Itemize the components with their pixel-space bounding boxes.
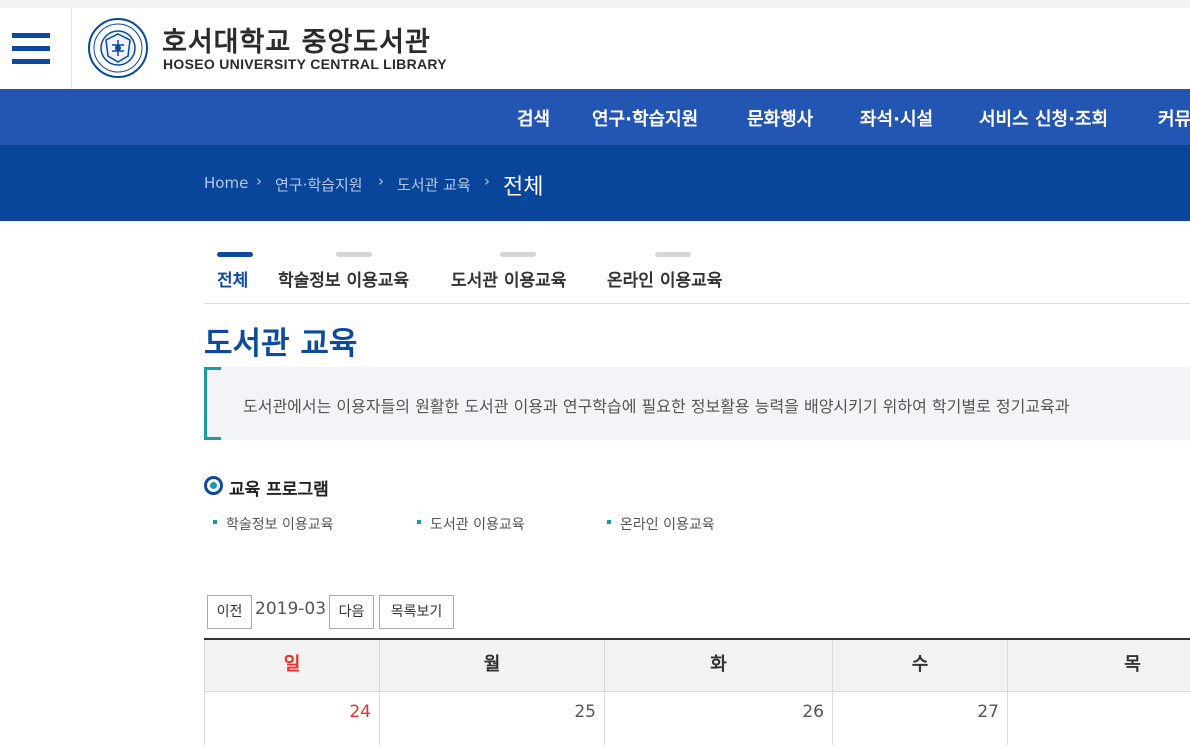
nav-cultural-events[interactable]: 문화행사 [747,105,813,131]
hamburger-menu-button[interactable] [0,8,72,89]
tab-indicator [217,252,253,257]
calendar-day-cell[interactable]: 25 [380,692,605,745]
list-view-button[interactable]: 목록보기 [379,595,454,629]
program-link-library-use[interactable]: 도서관 이용교육 [430,514,525,534]
next-month-button[interactable]: 다음 [329,595,374,629]
tab-label: 도서관 이용교육 [451,271,567,291]
calendar-table: 일 월 화 수 목 24 25 26 27 [204,638,1190,745]
program-link-academic-info[interactable]: 학술정보 이용교육 [226,514,334,534]
weekday-header-tue: 화 [605,640,833,692]
hamburger-bar [12,33,50,38]
breadcrumb-current: 전체 [503,175,544,200]
hamburger-bar [12,59,50,64]
tab-label: 온라인 이용교육 [607,271,723,291]
chevron-right-icon: › [378,172,384,190]
calendar-day-cell[interactable]: 27 [833,692,1008,745]
radio-bullet-icon [204,476,223,495]
tab-label: 학술정보 이용교육 [278,271,410,291]
weekday-header-wed: 수 [833,640,1008,692]
breadcrumb-research-support[interactable]: 연구·학습지원 [275,174,363,195]
nav-seats-facilities[interactable]: 좌석·시설 [860,105,933,131]
page-title: 도서관 교육 [204,326,358,362]
tab-indicator [336,252,372,257]
nav-service-request[interactable]: 서비스 신청·조회 [979,105,1108,131]
site-header: 호서대학교 중앙도서관 HOSEO UNIVERSITY CENTRAL LIB… [0,8,1190,89]
site-title[interactable]: 호서대학교 중앙도서관 [162,20,431,59]
chevron-right-icon: › [484,172,490,190]
weekday-header-mon: 월 [380,640,605,692]
tab-indicator [500,252,536,257]
square-bullet-icon [417,520,421,524]
nav-research-support[interactable]: 연구·학습지원 [592,105,698,131]
site-subtitle[interactable]: HOSEO UNIVERSITY CENTRAL LIBRARY [163,56,447,72]
chevron-right-icon: › [256,172,262,190]
top-strip [0,0,1190,8]
weekday-header-sun: 일 [204,640,380,692]
weekday-header-thu: 목 [1008,640,1190,692]
calendar-day-cell[interactable] [1008,692,1190,745]
square-bullet-icon [607,520,611,524]
university-seal-logo[interactable] [88,18,148,78]
square-bullet-icon [213,520,217,524]
prev-month-button[interactable]: 이전 [207,595,252,629]
hamburger-bar [12,46,50,51]
calendar-day-cell[interactable]: 26 [605,692,833,745]
nav-search[interactable]: 검색 [517,105,550,131]
breadcrumb-library-education[interactable]: 도서관 교육 [397,174,471,195]
breadcrumb-home[interactable]: Home [204,174,248,192]
intro-notice-text: 도서관에서는 이용자들의 원활한 도서관 이용과 연구학습에 필요한 정보활용 … [243,397,1070,416]
nav-community[interactable]: 커뮤 [1158,105,1190,131]
main-navigation: 검색 연구·학습지원 문화행사 좌석·시설 서비스 신청·조회 커뮤 [0,89,1190,145]
tab-label: 전체 [217,271,249,291]
calendar-day-cell[interactable]: 24 [204,692,380,745]
tab-divider [204,303,1190,304]
program-link-online[interactable]: 온라인 이용교육 [620,514,715,534]
intro-notice-box: 도서관에서는 이용자들의 원활한 도서관 이용과 연구학습에 필요한 정보활용 … [204,367,1190,440]
tab-indicator [655,252,691,257]
program-section-title: 교육 프로그램 [229,480,329,500]
current-month: 2019-03 [255,599,327,619]
breadcrumb: Home › 연구·학습지원 › 도서관 교육 › 전체 [0,145,1190,221]
